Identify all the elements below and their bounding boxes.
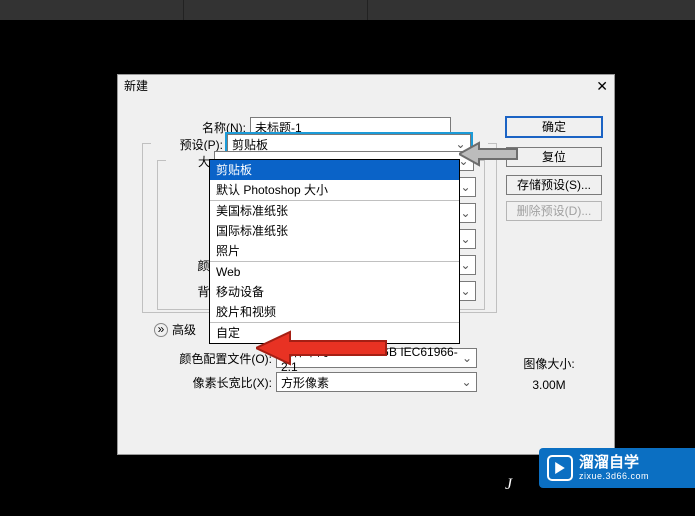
aspect-select[interactable]: 方形像素 ⌄	[276, 372, 477, 392]
preset-dropdown-list[interactable]: 剪贴板默认 Photoshop 大小美国标准纸张国际标准纸张照片Web移动设备胶…	[209, 159, 460, 344]
chevron-down-icon: ⌄	[458, 232, 473, 246]
aspect-label: 像素长宽比(X):	[160, 374, 272, 391]
watermark-title: 溜溜自学	[579, 455, 649, 471]
dialog-title: 新建	[124, 75, 148, 97]
chevron-down-icon: ⌄	[459, 375, 474, 389]
chevron-down-icon: ⌄	[460, 351, 474, 365]
close-icon[interactable]: ✕	[596, 75, 608, 97]
expand-icon[interactable]: »	[154, 323, 168, 337]
name-label: 名称(N):	[130, 119, 246, 136]
image-size-display: 图像大小: 3.00M	[514, 355, 584, 392]
stray-char: J	[505, 476, 512, 494]
dropdown-item[interactable]: 移动设备	[210, 282, 459, 302]
app-topbar	[0, 0, 695, 20]
dropdown-item[interactable]: 剪贴板	[210, 160, 459, 180]
dropdown-item[interactable]: 照片	[210, 241, 459, 261]
reset-button[interactable]: 复位	[506, 147, 602, 167]
chevron-down-icon: ⌄	[458, 180, 473, 194]
image-size-label: 图像大小:	[514, 355, 584, 372]
chevron-down-icon: ⌄	[458, 284, 473, 298]
image-size-value: 3.00M	[514, 378, 584, 392]
dropdown-item[interactable]: 国际标准纸张	[210, 221, 459, 241]
dropdown-item[interactable]: Web	[210, 262, 459, 282]
ok-button[interactable]: 确定	[506, 117, 602, 137]
dropdown-item[interactable]: 胶片和视频	[210, 302, 459, 322]
watermark-badge: 溜溜自学 zixue.3d66.com	[539, 448, 695, 488]
dropdown-item[interactable]: 美国标准纸张	[210, 201, 459, 221]
save-preset-button[interactable]: 存储预设(S)...	[506, 175, 602, 195]
size-label: 大	[166, 153, 210, 170]
preset-label: 预设(P):	[155, 136, 223, 153]
topbar-seg	[0, 0, 184, 20]
dropdown-item[interactable]: 默认 Photoshop 大小	[210, 180, 459, 200]
delete-preset-button: 删除预设(D)...	[506, 201, 602, 221]
annotation-arrow-gray	[459, 141, 519, 167]
dialog-titlebar: 新建 ✕	[118, 75, 614, 97]
topbar-seg	[184, 0, 368, 20]
play-icon	[547, 455, 573, 481]
watermark-text: 溜溜自学 zixue.3d66.com	[579, 455, 649, 482]
watermark-url: zixue.3d66.com	[579, 471, 649, 482]
chevron-down-icon: ⌄	[458, 258, 473, 272]
advanced-label: 高级	[172, 321, 196, 338]
preset-value: 剪贴板	[232, 136, 268, 153]
chevron-down-icon: ⌄	[458, 206, 473, 220]
annotation-arrow-red	[256, 330, 388, 366]
aspect-value: 方形像素	[281, 374, 329, 391]
